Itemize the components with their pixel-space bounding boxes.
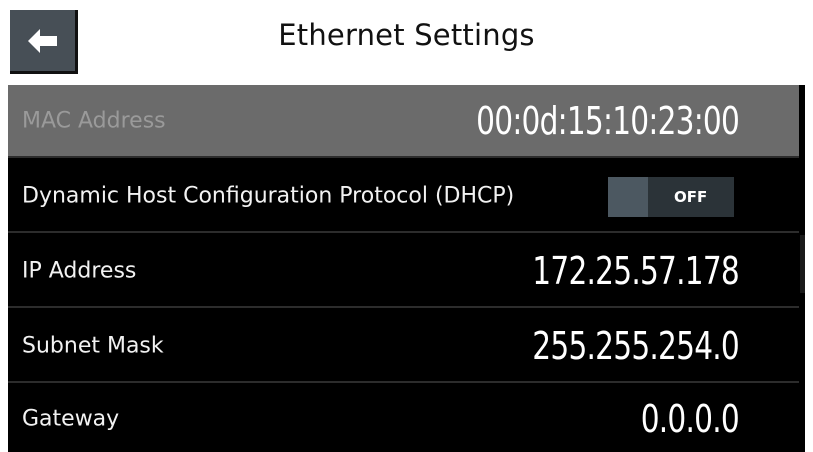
toggle-state-text: OFF bbox=[674, 188, 708, 206]
gateway-label: Gateway bbox=[22, 406, 120, 431]
gateway-row[interactable]: Gateway 0.0.0.0 bbox=[8, 385, 805, 452]
ip-address-row[interactable]: IP Address 172.25.57.178 bbox=[8, 235, 805, 308]
dhcp-label: Dynamic Host Configuration Protocol (DHC… bbox=[22, 183, 515, 208]
mac-address-value: 00:0d:15:10:23:00 bbox=[476, 98, 740, 143]
mac-address-label: MAC Address bbox=[22, 108, 166, 133]
subnet-mask-label: Subnet Mask bbox=[22, 333, 164, 358]
page-title: Ethernet Settings bbox=[278, 18, 535, 52]
header-bar: Ethernet Settings bbox=[0, 0, 813, 84]
gateway-value[interactable]: 0.0.0.0 bbox=[641, 397, 740, 441]
toggle-knob bbox=[608, 177, 648, 217]
scrollbar-thumb[interactable] bbox=[800, 235, 805, 293]
dhcp-toggle[interactable]: OFF bbox=[608, 177, 734, 217]
settings-list[interactable]: MAC Address 00:0d:15:10:23:00 Dynamic Ho… bbox=[8, 85, 805, 452]
ip-address-value[interactable]: 172.25.57.178 bbox=[532, 249, 739, 293]
subnet-mask-value[interactable]: 255.255.254.0 bbox=[532, 324, 739, 368]
dhcp-row[interactable]: Dynamic Host Configuration Protocol (DHC… bbox=[8, 160, 805, 233]
subnet-mask-row[interactable]: Subnet Mask 255.255.254.0 bbox=[8, 310, 805, 383]
mac-address-row: MAC Address 00:0d:15:10:23:00 bbox=[8, 85, 805, 158]
ip-address-label: IP Address bbox=[22, 258, 137, 283]
scrollbar-track[interactable] bbox=[799, 85, 805, 452]
